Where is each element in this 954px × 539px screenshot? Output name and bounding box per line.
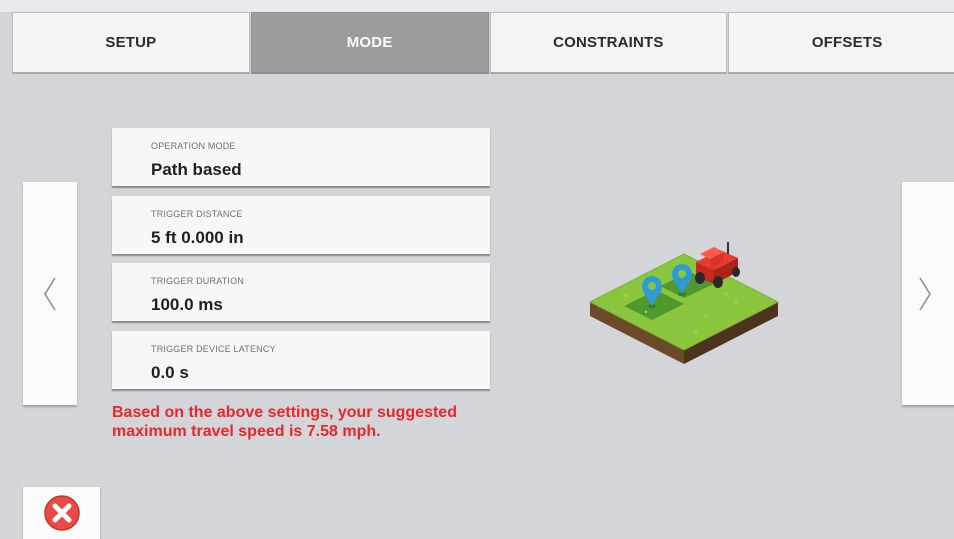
operation-mode-label: OPERATION MODE — [151, 141, 236, 151]
tab-constraints[interactable]: CONSTRAINTS — [489, 12, 728, 74]
next-button[interactable] — [902, 182, 954, 405]
operation-mode-field[interactable]: OPERATION MODE Path based — [112, 128, 490, 186]
trigger-distance-field[interactable]: TRIGGER DISTANCE 5 ft 0.000 in — [112, 196, 490, 254]
tab-setup[interactable]: SETUP — [12, 12, 250, 74]
prev-button[interactable] — [23, 182, 77, 405]
tractor-field-illustration — [588, 242, 780, 364]
close-icon — [43, 495, 80, 531]
chevron-right-icon — [919, 277, 931, 310]
operation-mode-value: Path based — [151, 160, 242, 179]
trigger-duration-label: TRIGGER DURATION — [151, 276, 245, 286]
trigger-duration-value: 100.0 ms — [151, 295, 223, 314]
close-button[interactable] — [23, 487, 100, 539]
trigger-device-latency-value: 0.0 s — [151, 363, 189, 382]
trigger-duration-field[interactable]: TRIGGER DURATION 100.0 ms — [112, 263, 490, 321]
tab-offsets[interactable]: OFFSETS — [728, 12, 954, 74]
top-strip — [0, 0, 954, 12]
trigger-distance-value: 5 ft 0.000 in — [151, 228, 244, 247]
speed-warning-message: Based on the above settings, your sugges… — [112, 404, 457, 440]
trigger-device-latency-label: TRIGGER DEVICE LATENCY — [151, 344, 276, 354]
chevron-left-icon — [44, 277, 56, 310]
trigger-distance-label: TRIGGER DISTANCE — [151, 209, 243, 219]
tab-bar: SETUP MODE CONSTRAINTS OFFSETS — [12, 12, 954, 74]
trigger-device-latency-field[interactable]: TRIGGER DEVICE LATENCY 0.0 s — [112, 331, 490, 389]
tab-mode[interactable]: MODE — [250, 12, 489, 74]
